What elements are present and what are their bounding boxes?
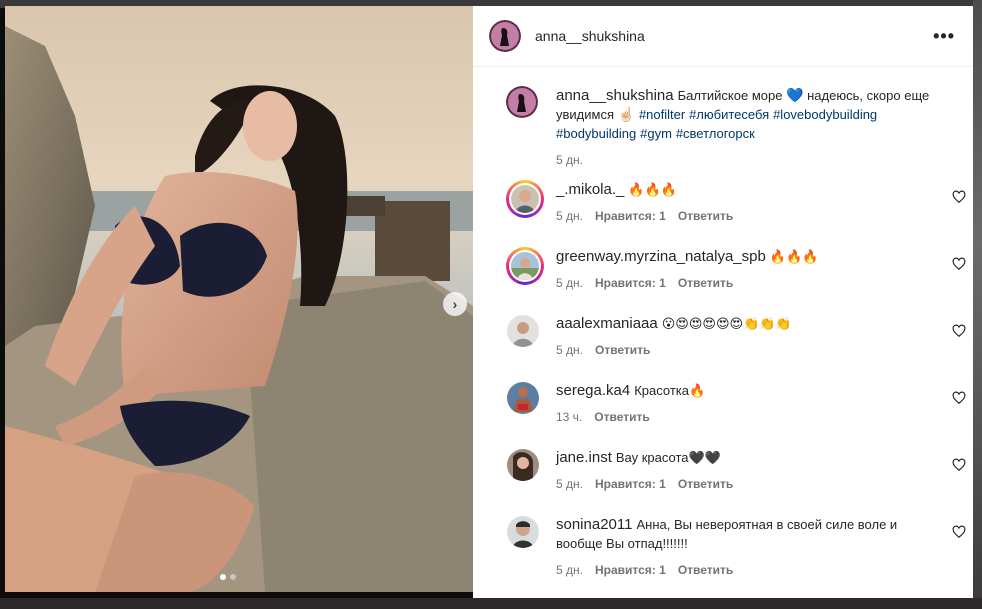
comment-timestamp[interactable]: 13 ч.	[556, 408, 582, 426]
comment-username[interactable]: sonina2011	[556, 516, 632, 533]
reply-button[interactable]: Ответить	[594, 408, 649, 426]
hashtag[interactable]: #lovebodybuilding	[773, 107, 877, 122]
carousel-dot	[230, 574, 236, 580]
author-avatar[interactable]	[489, 20, 521, 52]
hashtag[interactable]: #nofilter	[639, 107, 685, 122]
comment-username[interactable]: jane.inst	[556, 449, 612, 466]
comment-text: 🔥🔥🔥	[769, 249, 819, 264]
comment-username[interactable]: greenway.myrzina_natalya_spb	[556, 248, 766, 265]
author-link[interactable]: anna__shukshina	[489, 20, 645, 52]
comment-item: jane.inst Вау красота🖤🖤 5 дн. Нравится: 1…	[506, 448, 966, 493]
caption-username[interactable]: anna__shukshina	[556, 87, 674, 104]
comment-timestamp[interactable]: 5 дн.	[556, 561, 583, 579]
likes-count[interactable]: Нравится: 1	[595, 561, 666, 579]
heart-icon[interactable]	[952, 391, 966, 405]
post-panel: anna__shukshina ••• anna__shukshina Балти…	[473, 6, 973, 598]
reply-button[interactable]: Ответить	[678, 561, 733, 579]
caption-text: Балтийское море	[677, 88, 787, 103]
hashtag[interactable]: #любитесебя	[689, 107, 769, 122]
comment-timestamp[interactable]: 5 дн.	[556, 207, 583, 225]
story-ring[interactable]	[506, 247, 544, 285]
heart-icon[interactable]	[952, 324, 966, 338]
author-username[interactable]: anna__shukshina	[535, 28, 645, 44]
comment-text: Вау красота🖤🖤	[615, 450, 721, 465]
hand-emoji: ☝🏻	[617, 106, 636, 122]
story-ring[interactable]	[506, 180, 544, 218]
comments-list: anna__shukshina Балтийское море 💙 надеюсь…	[473, 67, 973, 598]
comment-username[interactable]: aaalexmaniaaa	[556, 315, 658, 332]
reply-button[interactable]: Ответить	[678, 274, 733, 292]
hashtag[interactable]: #gym	[640, 126, 672, 141]
commenter-avatar[interactable]	[511, 252, 539, 280]
next-image-button[interactable]: ›	[443, 292, 467, 316]
post-header: anna__shukshina •••	[473, 6, 973, 67]
timestamp[interactable]: 5 дн.	[556, 151, 583, 169]
comment-username[interactable]: serega.ka4	[556, 382, 630, 399]
likes-count[interactable]: Нравится: 1	[595, 475, 666, 493]
hashtag[interactable]: #bodybuilding	[556, 126, 636, 141]
comment-timestamp[interactable]: 5 дн.	[556, 475, 583, 493]
author-avatar[interactable]	[506, 86, 538, 118]
commenter-avatar[interactable]	[507, 516, 539, 548]
reply-button[interactable]: Ответить	[595, 341, 650, 359]
carousel-dots	[220, 574, 236, 580]
comment-item: aaalexmaniaaa 😮😍😍😍😍😍👏👏👏 5 дн. Ответить	[506, 314, 966, 359]
commenter-avatar[interactable]	[511, 185, 539, 213]
comment-text: 🔥🔥🔥	[628, 182, 677, 197]
backdrop-bottom	[0, 598, 982, 609]
commenter-avatar[interactable]	[507, 382, 539, 414]
comment-text: Красотка🔥	[634, 383, 706, 398]
comment-username[interactable]: _.mikola._	[556, 181, 624, 198]
comment-item: _.mikola._ 🔥🔥🔥 5 дн. Нравится: 1 Ответить	[506, 180, 966, 225]
reply-button[interactable]: Ответить	[678, 475, 733, 493]
post-photo[interactable]: ›	[5, 6, 473, 592]
commenter-avatar[interactable]	[507, 449, 539, 481]
reply-button[interactable]: Ответить	[678, 207, 733, 225]
carousel-dot	[220, 574, 226, 580]
more-options-icon[interactable]: •••	[933, 26, 955, 47]
chevron-right-icon: ›	[452, 296, 458, 312]
commenter-avatar[interactable]	[507, 315, 539, 347]
comment-item: greenway.myrzina_natalya_spb 🔥🔥🔥 5 дн. Нр…	[506, 247, 966, 292]
comment-timestamp[interactable]: 5 дн.	[556, 341, 583, 359]
heart-icon[interactable]	[952, 458, 966, 472]
heart-icon[interactable]	[952, 190, 966, 204]
photo-illustration	[5, 6, 473, 592]
likes-count[interactable]: Нравится: 1	[595, 274, 666, 292]
comment-item: sonina2011 Анна, Вы невероятная в своей с…	[506, 515, 966, 579]
hashtag[interactable]: #светлогорск	[676, 126, 755, 141]
heart-icon[interactable]	[952, 257, 966, 271]
comment-timestamp[interactable]: 5 дн.	[556, 274, 583, 292]
likes-count[interactable]: Нравится: 1	[595, 207, 666, 225]
comment-text: 😮😍😍😍😍😍👏👏👏	[661, 316, 792, 331]
backdrop-right	[973, 0, 982, 609]
comment-item: serega.ka4 Красотка🔥 13 ч. Ответить	[506, 381, 966, 426]
heart-icon[interactable]	[952, 525, 966, 539]
blue-heart-emoji: 💙	[786, 87, 804, 103]
caption: anna__shukshina Балтийское море 💙 надеюсь…	[506, 86, 946, 169]
